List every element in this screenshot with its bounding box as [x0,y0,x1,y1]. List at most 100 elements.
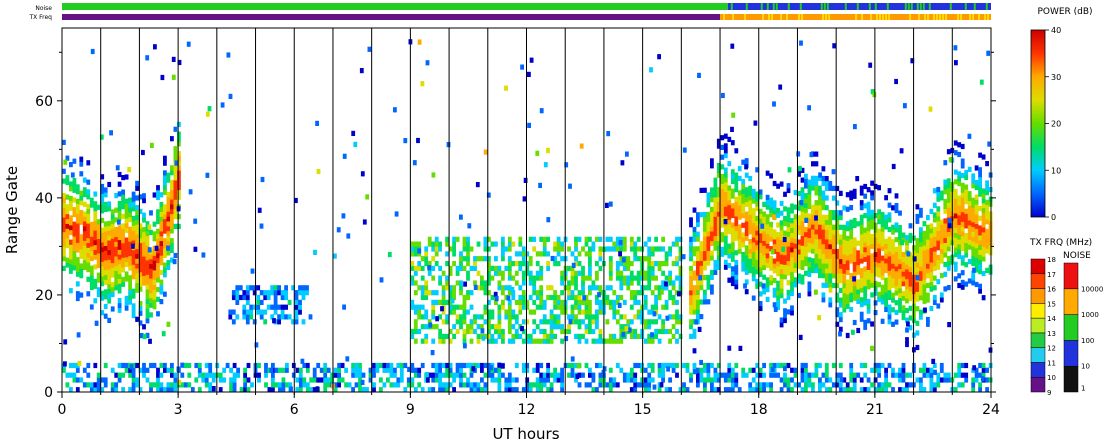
echo-cell [737,234,742,240]
echo-cell [612,299,617,305]
echo-cell [490,241,495,247]
echo-cell [898,372,902,378]
echo-cell [72,158,77,164]
echo-cell [462,304,467,310]
echo-cell [156,228,160,234]
echo-cell [894,78,898,85]
echo-cell [410,382,415,388]
echo-cell [974,184,979,191]
echo-cell [128,294,132,300]
echo-cell [452,246,456,252]
echo-cell [124,198,129,204]
echo-cell [765,224,770,230]
echo-cell [612,241,617,247]
echo-cell [617,302,622,308]
echo-cell [504,285,509,291]
echo-cell [159,235,164,242]
txfreq-speckle [825,14,828,20]
echo-cell [342,153,347,159]
echo-cell [953,232,958,238]
echo-cell [870,238,874,245]
echo-cell [894,222,899,228]
echo-cell [612,314,617,320]
echo-cell [166,177,171,183]
echo-cell [427,236,432,242]
echo-cell [65,194,70,200]
echo-cell [727,229,732,235]
echo-cell [438,377,442,383]
echo-cell [426,377,430,383]
echo-cell [894,207,899,214]
echo-cell [692,294,697,300]
echo-cell [957,282,962,289]
echo-cell [591,319,596,325]
echo-cell [476,270,481,276]
echo-cell [187,382,192,388]
echo-cell [786,377,791,383]
echo-cell [72,221,77,227]
echo-cell [682,382,686,388]
echo-cell [751,188,756,194]
echo-cell [410,377,415,383]
echo-cell [814,204,819,211]
echo-cell [863,266,868,272]
echo-cell [947,223,952,229]
echo-cell [849,234,854,240]
echo-cell [528,236,533,242]
echo-cell [75,377,80,383]
echo-cell [79,234,84,240]
echo-cell [877,243,881,249]
echo-cell [873,213,878,219]
echo-cell [110,282,115,288]
echo-cell [511,261,516,267]
echo-cell [525,319,530,325]
echo-cell [668,294,672,301]
echo-cell [859,377,864,383]
echo-cell [156,253,160,259]
echo-cell [567,314,571,320]
echo-cell [539,377,544,383]
echo-cell [177,214,181,220]
echo-cell [103,255,108,261]
echo-cell [147,247,152,253]
echo-cell [744,216,749,222]
txfreq-tick-label: 12 [1047,345,1056,353]
echo-cell [65,262,70,268]
echo-cell [734,259,739,266]
echo-cell [870,243,874,249]
echo-cell [974,238,979,244]
echo-cell [570,290,575,296]
echo-cell [441,362,446,369]
echo-cell [86,372,91,378]
echo-cell [765,282,770,288]
echo-cell [69,263,73,270]
echo-cell [532,246,537,252]
echo-cell [497,285,502,291]
power-colorbar: POWER (dB) 010203040 [1030,7,1093,222]
echo-cell [263,309,268,315]
echo-cell [532,236,537,242]
echo-cell [668,275,672,281]
echo-cell [981,202,986,209]
echo-cell [539,362,544,369]
echo-cell [379,377,383,383]
echo-cell [574,270,578,276]
echo-cell [149,254,153,260]
echo-cell [838,239,843,245]
echo-cell [776,300,780,306]
echo-cell [128,197,132,203]
echo-cell [804,217,809,223]
echo-cell [263,319,268,325]
echo-cell [748,258,753,264]
echo-cell [946,188,951,194]
echo-cell [818,200,822,206]
echo-cell [790,367,794,373]
echo-cell [62,251,66,257]
echo-cell [528,333,533,339]
echo-cell [553,246,557,252]
echo-cell [595,362,599,369]
echo-cell [358,362,362,369]
echo-cell [521,319,526,325]
echo-cell [692,328,697,334]
echo-cell [821,229,826,235]
